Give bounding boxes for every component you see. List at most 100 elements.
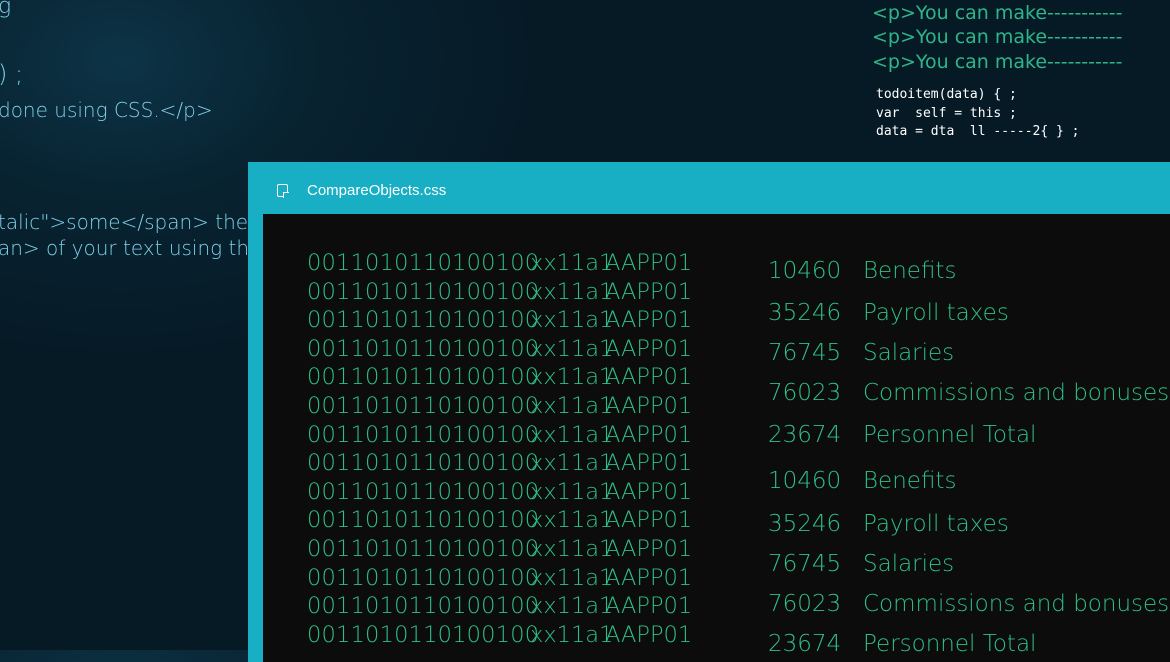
js-line: data = dta ll -----2{ } ; [876,124,1080,139]
binary-value: 0011010110100100 [307,335,540,362]
window-title: CompareObjects.css [307,182,447,199]
ledger-label: Benefits [863,468,957,494]
background-html-line: <p>You can make----------- [872,51,1123,73]
file-icon [277,184,289,198]
ledger-amount: 76745 [768,551,842,577]
binary-value: 0011010110100100 [307,535,540,562]
hex-code: xx11a1 [530,593,614,620]
binary-value: 0011010110100100 [307,593,540,620]
binary-value: 0011010110100100 [307,392,540,419]
app-code: AAPP01 [605,392,693,419]
ledger-row: 10460 Benefits [768,468,956,494]
app-code: AAPP01 [605,307,693,334]
binary-row: 0011010110100100 xx11a1 AAPP01 [307,307,727,336]
window-titlebar[interactable]: CompareObjects.css [248,162,1170,214]
hex-code: xx11a1 [530,278,614,305]
background-html-line: <p>You can make----------- [872,2,1123,24]
binary-row: 0011010110100100 xx11a1 AAPP01 [307,450,727,479]
background-html-line: <p>You can make----------- [872,26,1123,48]
hex-code: xx11a1 [530,335,614,362]
ledger-row: 23674 Personnel Total [768,631,1036,657]
app-code: AAPP01 [605,478,693,505]
ledger-amount: 10460 [768,468,842,494]
binary-row: 0011010110100100 xx11a1 AAPP01 [307,393,727,422]
ledger-row: 76745 Salaries [768,340,954,366]
app-code: AAPP01 [605,364,693,391]
app-code: AAPP01 [605,278,693,305]
ledger-label: Payroll taxes [863,511,1009,537]
ledger-label: Commissions and bonuses [863,591,1170,617]
binary-row: 0011010110100100 xx11a1 AAPP01 [307,279,727,308]
app-code: AAPP01 [605,621,693,648]
app-code: AAPP01 [605,593,693,620]
ledger-amount: 76023 [768,591,842,617]
binary-value: 0011010110100100 [307,307,540,334]
ledger-row: 76023 Commissions and bonuses [768,591,1169,617]
binary-value: 0011010110100100 [307,478,540,505]
background-code-line: an> of your text using the [0,236,262,260]
binary-row: 0011010110100100 xx11a1 AAPP01 [307,479,727,508]
ledger-amount: 23674 [768,422,842,448]
hex-code: xx11a1 [530,450,614,477]
binary-value: 0011010110100100 [307,278,540,305]
ledger-label: Salaries [863,551,955,577]
code-window: CompareObjects.css 0011010110100100 xx11a… [248,162,1170,662]
js-line: todoitem(data) { ; [876,87,1017,102]
binary-row: 0011010110100100 xx11a1 AAPP01 [307,593,727,622]
ledger-label: Commissions and bonuses [863,380,1170,406]
ledger-amount: 35246 [768,300,842,326]
js-line: var self = this ; [876,105,1017,121]
ledger-label: Benefits [863,258,957,284]
background-code-line: done using CSS.</p> [0,98,213,122]
app-code: AAPP01 [605,421,693,448]
binary-row: 0011010110100100 xx11a1 AAPP01 [307,336,727,365]
hex-code: xx11a1 [530,478,614,505]
binary-value: 0011010110100100 [307,621,540,648]
hex-code: xx11a1 [530,392,614,419]
hex-code: xx11a1 [530,564,614,591]
app-code: AAPP01 [605,335,693,362]
binary-row: 0011010110100100 xx11a1 AAPP01 [307,364,727,393]
ledger-amount: 76745 [768,340,842,366]
binary-value: 0011010110100100 [307,421,540,448]
ledger-row: 23674 Personnel Total [768,422,1036,448]
hex-code: xx11a1 [530,421,614,448]
hex-code: xx11a1 [530,535,614,562]
ledger-row: 35246 Payroll taxes [768,511,1009,537]
hex-code: xx11a1 [530,621,614,648]
ledger-row: 10460 Benefits [768,258,956,284]
app-code: AAPP01 [605,450,693,477]
hex-code: xx11a1 [530,250,614,276]
binary-value: 0011010110100100 [307,564,540,591]
binary-column: 0011010110100100 xx11a1 AAPP01 001101011010… [307,250,727,650]
ledger-amount: 23674 [768,631,842,657]
ledger-amount: 76023 [768,380,842,406]
ledger-amount: 10460 [768,258,842,284]
hex-code: xx11a1 [530,364,614,391]
hex-code: xx11a1 [530,507,614,534]
background-code-line: talic">some</span> the l [0,210,261,234]
ledger-label: Personnel Total [863,422,1037,448]
ledger-label: Personnel Total [863,631,1037,657]
binary-row: 0011010110100100 xx11a1 AAPP01 [307,565,727,594]
background-code-line: g [0,0,12,19]
app-code: AAPP01 [605,250,693,276]
binary-row: 0011010110100100 xx11a1 AAPP01 [307,422,727,451]
ledger-row: 76745 Salaries [768,551,954,577]
binary-row: 0011010110100100 xx11a1 AAPP01 [307,507,727,536]
app-code: AAPP01 [605,535,693,562]
ledger-label: Payroll taxes [863,300,1009,326]
binary-row: 0011010110100100 xx11a1 AAPP01 [307,622,727,651]
editor-content[interactable]: 0011010110100100 xx11a1 AAPP01 001101011010… [263,214,1170,662]
ledger-row: 76023 Commissions and bonuses [768,380,1169,406]
binary-value: 0011010110100100 [307,364,540,391]
ledger-amount: 35246 [768,511,842,537]
binary-row: 0011010110100100 xx11a1 AAPP01 [307,536,727,565]
app-code: AAPP01 [605,564,693,591]
background-code-line: ) ; [0,60,24,88]
binary-row: 0011010110100100 xx11a1 AAPP01 [307,250,727,279]
app-code: AAPP01 [605,507,693,534]
ledger-row: 35246 Payroll taxes [768,300,1009,326]
hex-code: xx11a1 [530,307,614,334]
binary-value: 0011010110100100 [307,250,540,276]
